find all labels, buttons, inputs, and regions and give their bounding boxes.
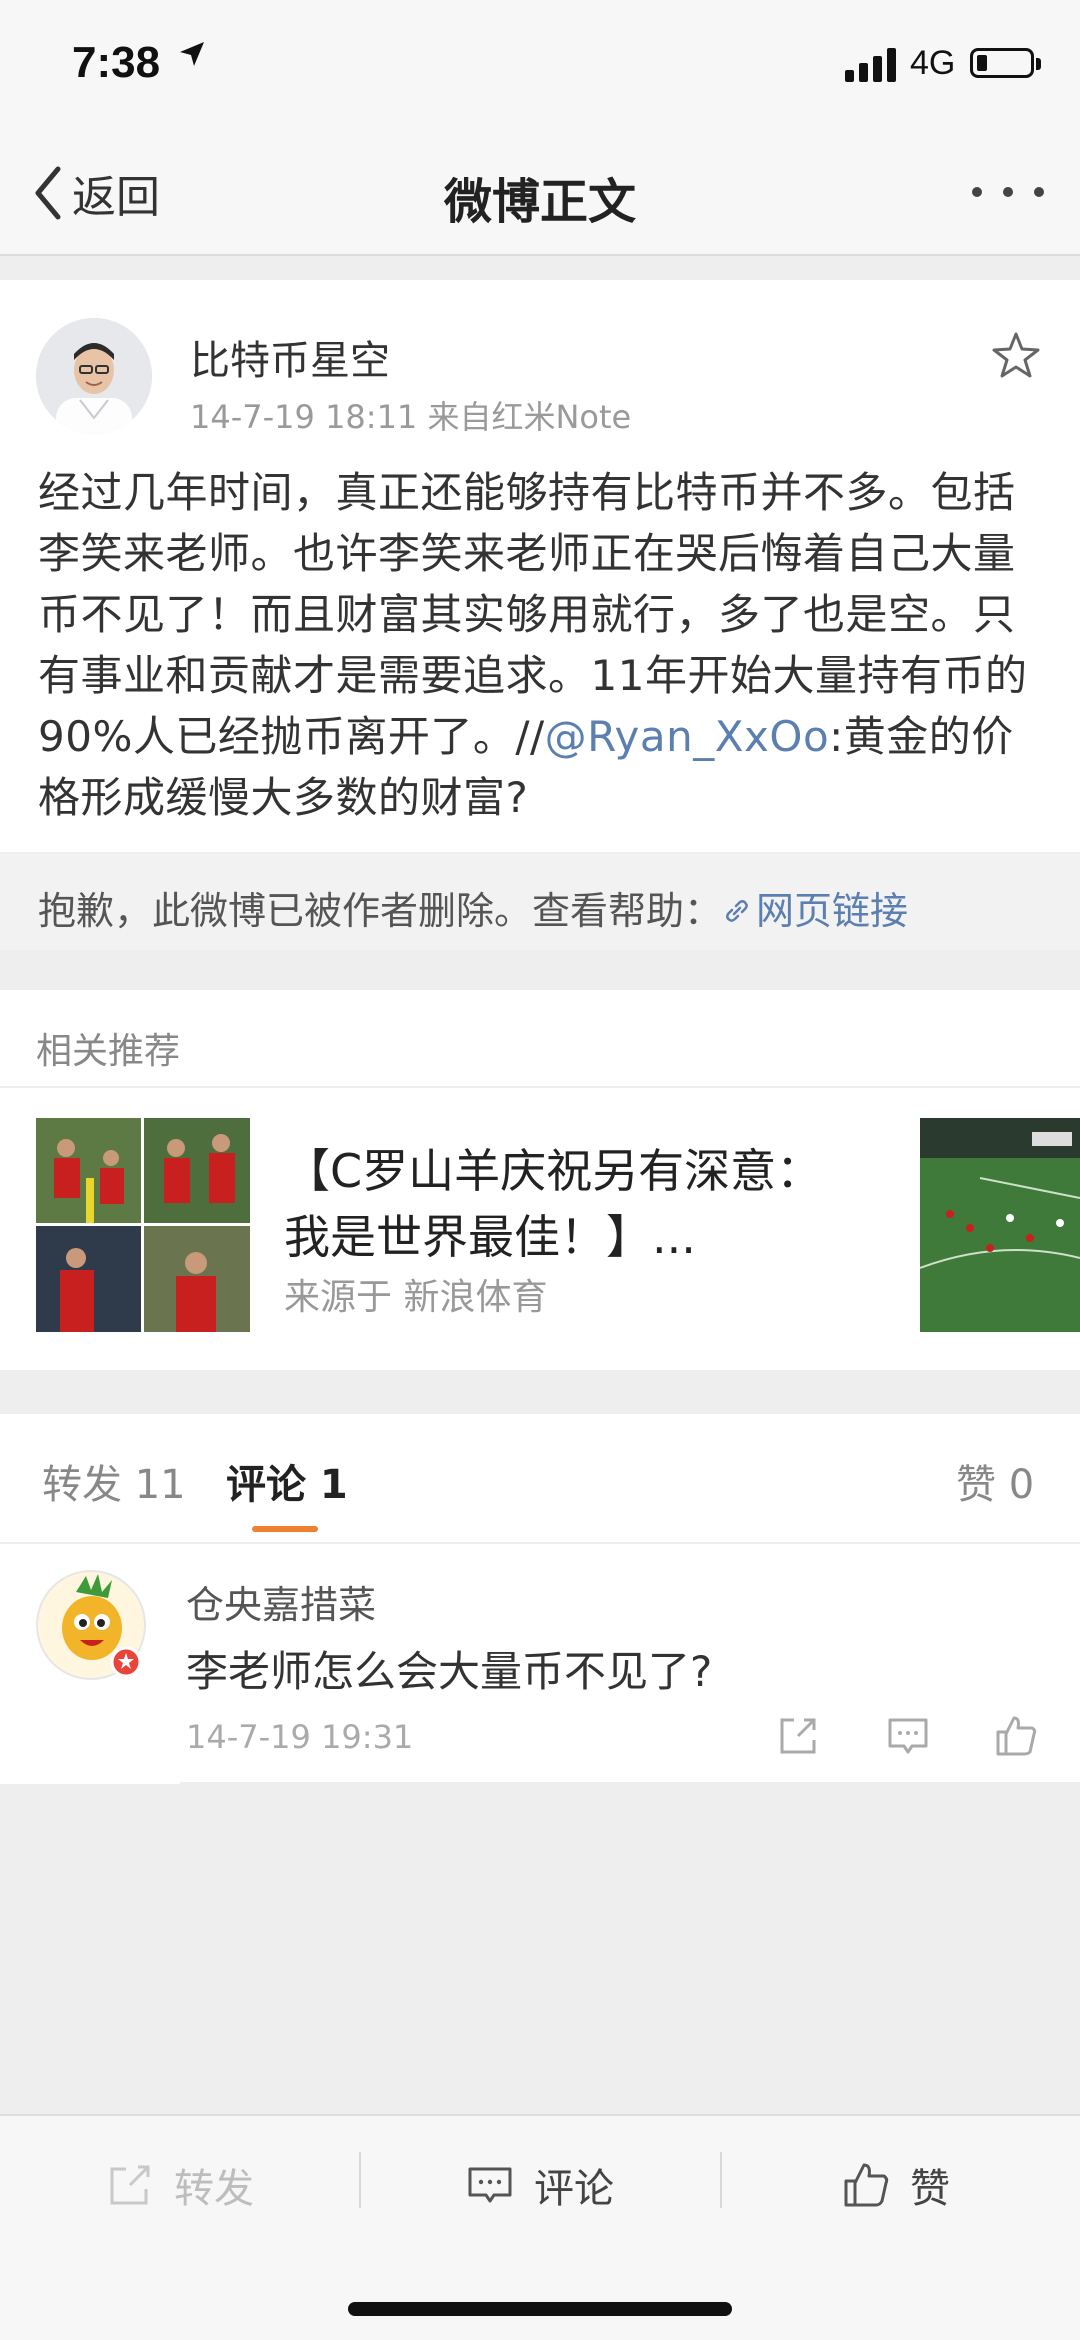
comment-text: 李老师怎么会大量币不见了? (186, 1647, 713, 1696)
divider (0, 1086, 1080, 1088)
share-icon[interactable] (774, 1712, 822, 1760)
active-tab-indicator (252, 1526, 318, 1532)
more-dots-icon[interactable] (972, 172, 1044, 212)
comment-time: 14-7-19 19:31 (186, 1718, 414, 1756)
web-link-label: 网页链接 (756, 889, 909, 933)
thumbs-up-icon (844, 2163, 889, 2207)
network-type: 4G (910, 44, 956, 82)
star-icon[interactable] (990, 330, 1042, 382)
signal-icon (845, 48, 896, 82)
share-icon (110, 2165, 150, 2205)
reply-icon[interactable] (884, 1712, 932, 1760)
divider (180, 1782, 1080, 1784)
mention-link[interactable]: @Ryan_XxOo (545, 712, 829, 761)
tab-reposts[interactable]: 转发 11 (42, 1452, 186, 1510)
like-label: 赞 (910, 2166, 950, 2212)
toolbar-separator (359, 2152, 361, 2208)
battery-icon (970, 48, 1034, 78)
battery-tip (1036, 58, 1041, 70)
thumbs-up-icon[interactable] (992, 1712, 1040, 1760)
toolbar-separator (720, 2152, 722, 2208)
comment-label: 评论 (534, 2166, 614, 2212)
related-heading: 相关推荐 (36, 1031, 181, 1072)
divider (0, 1542, 1080, 1544)
related-thumbnail[interactable] (36, 1118, 250, 1332)
back-label: 返回 (72, 172, 160, 223)
author-name[interactable]: 比特币星空 (190, 328, 390, 386)
nav-bar (0, 130, 1080, 256)
author-avatar[interactable] (36, 318, 152, 434)
like-button[interactable]: 赞 (842, 2152, 950, 2218)
comment-button[interactable]: 评论 (466, 2152, 614, 2218)
commenter-name[interactable]: 仓央嘉措菜 (186, 1574, 376, 1629)
post-text: 经过几年时间，真正还能够持有比特币并不多。包括李笑来老师。也许李笑来老师正在哭后… (38, 462, 1048, 828)
deleted-notice: 抱歉，此微博已被作者删除。查看帮助： 网页链接 (38, 880, 908, 935)
related-thumbnail-2[interactable] (920, 1118, 1080, 1332)
deleted-notice-text: 抱歉，此微博已被作者删除。查看帮助： (38, 889, 723, 933)
repost-button[interactable]: 转发 (106, 2152, 254, 2218)
status-time: 7:38 (72, 38, 161, 87)
post-meta: 14-7-19 18:11 来自红米Note (190, 398, 632, 436)
web-link[interactable]: 网页链接 (722, 889, 908, 933)
tab-likes[interactable]: 赞 0 (956, 1452, 1034, 1510)
link-icon (726, 900, 748, 922)
repost-label: 转发 (174, 2166, 254, 2212)
back-button[interactable]: 返回 (32, 158, 160, 228)
related-title[interactable]: 【C罗山羊庆祝另有深意：我是世界最佳！】... (284, 1138, 834, 1270)
tab-comments[interactable]: 评论 1 (226, 1452, 348, 1510)
related-source: 来源于 新浪体育 (284, 1277, 548, 1318)
comment-icon (468, 2167, 512, 2203)
home-indicator[interactable] (348, 2302, 732, 2316)
chevron-left-icon (35, 166, 61, 220)
location-arrow-icon (180, 42, 204, 66)
commenter-avatar[interactable] (36, 1570, 146, 1680)
